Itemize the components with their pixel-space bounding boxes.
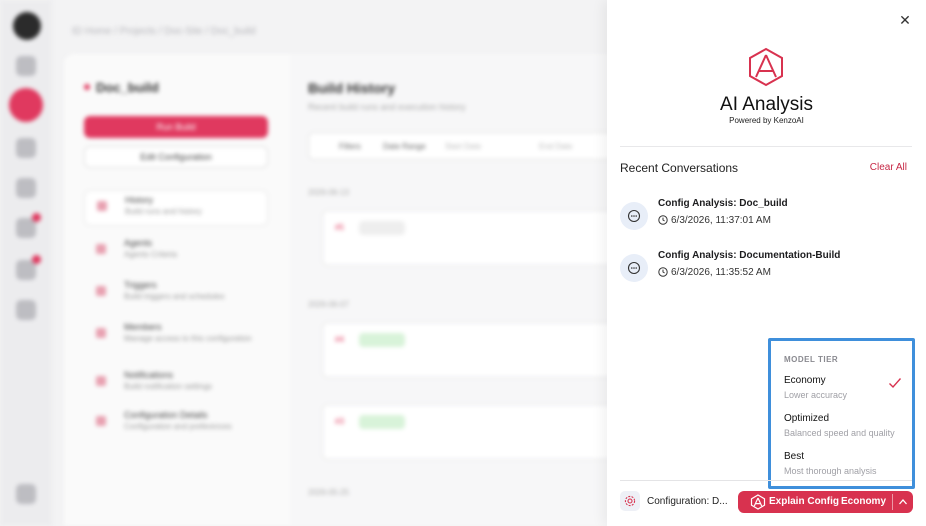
sidebar-item-sub: Build notification settings xyxy=(124,382,213,391)
details-icon xyxy=(96,416,106,426)
option-description: Balanced speed and quality xyxy=(784,428,895,438)
page-title: Build History xyxy=(308,80,396,96)
date-range-label: Date Range xyxy=(383,142,426,151)
sidebar-item-label: Members xyxy=(124,322,162,332)
selected-tier-label: Economy xyxy=(841,496,887,507)
date-group-label: 2026-06-07 xyxy=(308,300,349,309)
conversation-title: Config Analysis: Documentation-Build xyxy=(658,250,841,261)
model-tier-heading: MODEL TIER xyxy=(784,355,839,364)
sidebar-item-notifications[interactable]: Notifications Build notification setting… xyxy=(84,366,268,402)
status-dot xyxy=(84,84,90,90)
model-tier-option-economy[interactable]: Economy Lower accuracy xyxy=(771,375,912,411)
build-card[interactable]: #4 xyxy=(322,322,622,378)
rail-tools-icon[interactable] xyxy=(16,178,36,198)
chat-bubble-icon xyxy=(620,202,648,230)
sidebar-item-configuration-details[interactable]: Configuration Details Configuration and … xyxy=(84,406,268,442)
rail-dashboard-icon[interactable] xyxy=(16,56,36,76)
rail-monitor-icon[interactable] xyxy=(16,138,36,158)
app-logo xyxy=(13,12,41,40)
sidebar-item-sub: Build runs and history xyxy=(125,207,202,216)
sidebar-item-label: Notifications xyxy=(124,370,174,380)
members-icon xyxy=(96,328,106,338)
sidebar-item-history[interactable]: History Build runs and history xyxy=(84,190,268,226)
conversation-time-text: 6/3/2026, 11:35:52 AM xyxy=(671,267,771,278)
date-group-label: 2026-05-25 xyxy=(308,488,349,497)
explain-config-label: Explain Config xyxy=(769,496,839,507)
agents-icon xyxy=(96,244,106,254)
sidebar-item-triggers[interactable]: Triggers Build triggers and schedules xyxy=(84,276,268,312)
powered-by: Powered by KenzoAI xyxy=(729,116,804,125)
breadcrumb: ID Home / Projects / Doc-Site / Doc_buil… xyxy=(72,26,256,37)
run-build-button[interactable]: Run Build xyxy=(84,116,268,138)
edit-configuration-button[interactable]: Edit Configuration xyxy=(84,146,268,168)
build-history-main: Build History Recent build runs and exec… xyxy=(290,54,628,526)
filter-bar: Filters Date Range Start Date End Date xyxy=(308,132,628,160)
notification-badge xyxy=(32,213,41,222)
option-description: Lower accuracy xyxy=(784,390,848,400)
conversation-time-text: 6/3/2026, 11:37:01 AM xyxy=(671,215,771,226)
model-tier-option-best[interactable]: Best Most thorough analysis xyxy=(771,451,912,487)
notification-badge xyxy=(32,255,41,264)
page-subtitle: Recent build runs and execution history xyxy=(308,102,466,112)
close-icon[interactable]: ✕ xyxy=(897,12,913,28)
sidebar-item-sub: Manage access to this configuration xyxy=(124,334,252,343)
sidebar-item-sub: Agents Criteria xyxy=(124,250,177,259)
tier-toggle-button[interactable] xyxy=(893,491,913,513)
config-sidebar: Doc_build Run Build Edit Configuration H… xyxy=(64,54,290,526)
rail-settings-icon[interactable] xyxy=(16,300,36,320)
option-name: Economy xyxy=(784,375,826,386)
history-icon xyxy=(97,201,107,211)
sidebar-item-label: Configuration Details xyxy=(124,410,208,420)
option-description: Most thorough analysis xyxy=(784,466,877,476)
ai-analysis-panel: ✕ AI Analysis Powered by KenzoAI Recent … xyxy=(607,0,926,526)
chat-bubble-icon xyxy=(620,254,648,282)
panel-title: AI Analysis xyxy=(720,94,813,115)
configuration-gear-icon xyxy=(620,491,640,511)
model-tier-dropdown: MODEL TIER Economy Lower accuracy Optimi… xyxy=(768,338,915,489)
sidebar-item-label: History xyxy=(125,195,154,205)
option-name: Best xyxy=(784,451,805,462)
sidebar-item-label: Agents xyxy=(124,238,153,248)
conversation-item[interactable]: Config Analysis: Doc_build 6/3/2026, 11:… xyxy=(620,198,910,238)
model-tier-option-optimized[interactable]: Optimized Balanced speed and quality xyxy=(771,413,912,449)
divider xyxy=(620,146,912,147)
notifications-icon xyxy=(96,376,106,386)
icon-rail xyxy=(0,0,52,526)
rail-configs-icon[interactable] xyxy=(9,88,43,122)
rail-collapse-icon[interactable] xyxy=(16,484,36,504)
conversation-time: 6/3/2026, 11:37:01 AM xyxy=(658,215,771,226)
explain-config-split-button: Explain Config Economy xyxy=(738,491,913,513)
sidebar-item-label: Triggers xyxy=(124,280,157,290)
sidebar-item-sub: Configuration and preferences xyxy=(124,422,232,431)
ai-logo-icon xyxy=(750,494,766,510)
triggers-icon xyxy=(96,286,106,296)
conversation-title: Config Analysis: Doc_build xyxy=(658,198,788,209)
filters-label: Filters xyxy=(339,142,361,151)
conversation-item[interactable]: Config Analysis: Documentation-Build 6/3… xyxy=(620,250,910,290)
clock-icon xyxy=(658,215,668,225)
chevron-up-icon xyxy=(899,499,907,505)
start-date-input[interactable]: Start Date xyxy=(445,142,481,151)
configuration-selector[interactable]: Configuration: D... xyxy=(647,496,728,507)
sidebar-item-sub: Build triggers and schedules xyxy=(124,292,225,301)
recent-conversations-heading: Recent Conversations xyxy=(620,161,739,175)
date-group-label: 2026-06-13 xyxy=(308,188,349,197)
clock-icon xyxy=(658,267,668,277)
conversation-time: 6/3/2026, 11:35:52 AM xyxy=(658,267,771,278)
config-name: Doc_build xyxy=(96,80,159,95)
checkmark-icon xyxy=(889,378,902,389)
clear-all-button[interactable]: Clear All xyxy=(870,162,907,173)
end-date-input[interactable]: End Date xyxy=(539,142,572,151)
build-card[interactable]: #3 xyxy=(322,404,622,460)
sidebar-item-agents[interactable]: Agents Agents Criteria xyxy=(84,234,268,270)
build-card[interactable]: #5 xyxy=(322,210,622,266)
divider xyxy=(620,480,912,481)
option-name: Optimized xyxy=(784,413,830,424)
ai-logo-icon xyxy=(749,47,783,87)
sidebar-item-members[interactable]: Members Manage access to this configurat… xyxy=(84,318,268,354)
explain-config-button[interactable]: Explain Config Economy xyxy=(738,491,892,513)
